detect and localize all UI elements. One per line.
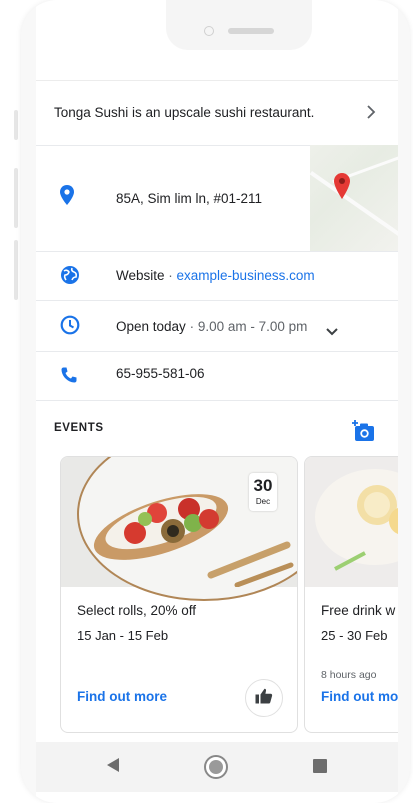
event-card[interactable]: Free drink w 25 - 30 Feb 8 hours ago Fin… (304, 456, 398, 733)
globe-icon (60, 265, 80, 290)
website-label: Website (116, 268, 165, 283)
event-card[interactable]: 30 Dec Select rolls, 20% off 15 Jan - 15… (60, 456, 298, 733)
event-image-sushi: 30 Dec (61, 457, 297, 601)
event-dates: 25 - 30 Feb (321, 628, 388, 643)
find-out-more-link[interactable]: Find out mo (321, 689, 398, 704)
clock-icon (60, 315, 80, 340)
phone-side-button (14, 240, 18, 300)
website-link[interactable]: example-business.com (177, 268, 315, 283)
map-thumbnail[interactable] (309, 145, 398, 251)
event-date-month: Dec (255, 497, 271, 506)
find-out-more-link[interactable]: Find out more (77, 689, 167, 704)
recents-square-icon[interactable] (313, 759, 327, 773)
event-date-day: 30 (253, 476, 273, 495)
address-row[interactable]: 85A, Sim lim ln, #01-211 (36, 145, 398, 252)
event-date-badge: 30 Dec (249, 473, 277, 511)
phone-side-button (14, 110, 18, 140)
system-nav-bar (36, 742, 398, 792)
drink-illustration (315, 469, 398, 571)
like-button[interactable] (245, 679, 283, 717)
address-text: 85A, Sim lim ln, #01-211 (116, 191, 263, 206)
hours-row[interactable]: Open today · 9.00 am - 7.00 pm (36, 301, 398, 352)
website-row[interactable]: Website · example-business.com (36, 252, 398, 301)
phone-number[interactable]: 65-955-581-06 (116, 366, 205, 381)
phone-notch (166, 0, 312, 50)
chevron-right-icon (366, 103, 376, 124)
phone-frame: Tonga Sushi is an upscale sushi restaura… (21, 0, 410, 803)
event-posted-time: 8 hours ago (321, 669, 377, 681)
map-marker-icon (334, 173, 350, 204)
add-photo-icon[interactable] (352, 420, 376, 447)
hours-time: 9.00 am - 7.00 pm (197, 319, 308, 334)
event-dates: 15 Jan - 15 Feb (77, 628, 169, 643)
business-description: Tonga Sushi is an upscale sushi restaura… (54, 105, 315, 120)
thumbs-up-icon (255, 688, 273, 709)
business-description-row[interactable]: Tonga Sushi is an upscale sushi restaura… (36, 80, 398, 146)
phone-row[interactable]: 65-955-581-06 (36, 352, 398, 401)
location-pin-icon (60, 185, 74, 210)
back-triangle-icon[interactable] (106, 757, 120, 778)
hours-separator: · (185, 319, 198, 334)
events-heading: EVENTS (54, 422, 104, 434)
chevron-down-icon[interactable] (326, 323, 338, 341)
website-line: Website · example-business.com (116, 268, 315, 283)
phone-side-button (14, 168, 18, 228)
website-separator: · (164, 268, 177, 283)
earpiece-speaker (228, 28, 274, 34)
hours-label: Open today (116, 319, 186, 334)
phone-icon (60, 366, 78, 389)
event-title: Free drink w (321, 603, 396, 618)
front-camera (204, 26, 214, 36)
phone-screen: Tonga Sushi is an upscale sushi restaura… (36, 0, 398, 803)
hours-line: Open today · 9.00 am - 7.00 pm (116, 319, 307, 334)
map-road (309, 170, 398, 244)
event-title: Select rolls, 20% off (77, 603, 197, 618)
event-image-drink (305, 457, 398, 587)
home-circle-icon[interactable] (204, 755, 228, 779)
